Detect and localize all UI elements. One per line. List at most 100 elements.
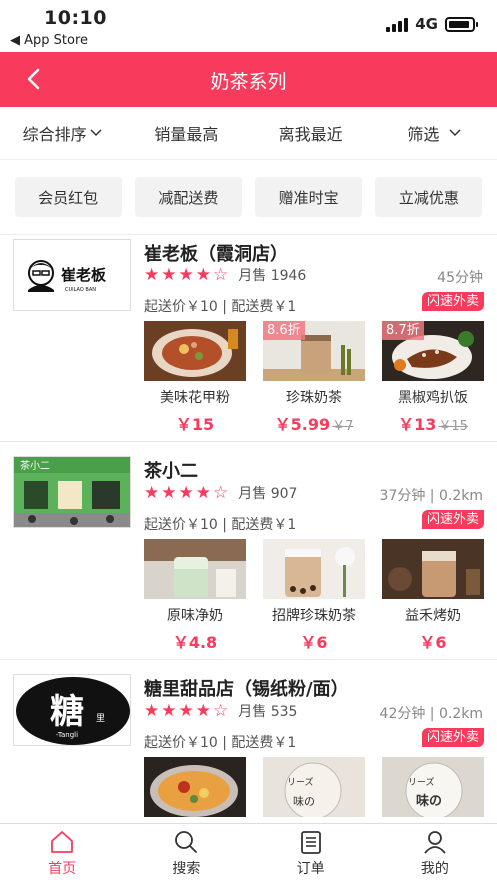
svg-text:味の: 味の <box>416 793 442 809</box>
chevron-down-icon <box>449 129 461 137</box>
dish-item[interactable]: 8.7折 黑椒鸡扒饭 ￥13 ￥15 <box>382 321 484 435</box>
shop-name: 茶小二 <box>144 461 198 482</box>
tab-label: 搜索 <box>172 861 201 877</box>
star-icon: ★ <box>195 701 211 721</box>
star-icon: ★ <box>161 265 177 285</box>
dish-price: ￥6 <box>263 629 365 653</box>
chip-member-redpacket[interactable]: 会员红包 <box>14 177 122 217</box>
dish-list: 原味净奶 ￥4.8 招牌珍珠奶茶 ￥6 益禾烤奶 ￥6 <box>144 539 484 653</box>
dish-price: ￥15 <box>144 411 246 435</box>
star-icon: ★ <box>161 483 177 503</box>
dish-item[interactable] <box>144 757 246 823</box>
fee-info: 起送价￥10 | 配送费￥1 <box>144 299 297 315</box>
bottom-tab-bar: 首页 搜索 订单 我的 <box>0 823 497 883</box>
dish-item[interactable]: 招牌珍珠奶茶 ￥6 <box>263 539 365 653</box>
dish-item[interactable]: 益禾烤奶 ￥6 <box>382 539 484 653</box>
sort-label: 离我最近 <box>278 125 343 144</box>
dish-price: ￥13 ￥15 <box>382 411 484 435</box>
svg-text:-Tangli: -Tangli <box>56 731 78 739</box>
price-current: ￥4.8 <box>172 633 218 652</box>
orders-icon <box>300 831 321 854</box>
monthly-sales: 月售 1946 <box>238 268 307 284</box>
dish-item[interactable]: 8.6折 珍珠奶茶 ￥5.99 ￥7 <box>263 321 365 435</box>
status-indicators: 4G <box>386 15 478 33</box>
chip-on-time[interactable]: 赠准时宝 <box>255 177 363 217</box>
svg-text:崔老板: 崔老板 <box>60 266 107 284</box>
back-to-app-store[interactable]: ◀ App Store <box>10 33 88 48</box>
dish-item[interactable]: 美味花甲粉 ￥15 <box>144 321 246 435</box>
dish-item[interactable]: リーズ 味の <box>263 757 365 823</box>
tab-label: 首页 <box>48 861 77 877</box>
shop-card[interactable]: 崔老板 CUILAO BAN 崔老板（霞洞店） ★ ★ ★ ★ ☆ 月售 1946 45… <box>0 235 497 441</box>
price-original: ￥15 <box>438 419 468 434</box>
sort-comprehensive[interactable]: 综合排序 <box>0 107 124 159</box>
shop-card[interactable]: 茶小二 茶小二 ★ ★ ★ ★ ☆ 月售 907 37分钟 | 0.2km 起送价￥10… <box>0 453 497 659</box>
star-outline-icon: ☆ <box>213 265 229 285</box>
chevron-down-icon <box>90 129 102 137</box>
tab-label: 我的 <box>420 861 449 877</box>
price-current: ￥6 <box>419 633 447 652</box>
tab-search[interactable]: 搜索 <box>124 824 248 883</box>
monthly-sales: 月售 907 <box>238 486 298 502</box>
home-icon <box>51 831 74 853</box>
dish-name: 珍珠奶茶 <box>286 390 342 406</box>
dish-price: ￥4.8 <box>144 629 246 653</box>
sort-bar: 综合排序 销量最高 离我最近 筛选 <box>0 107 497 160</box>
dish-image <box>144 757 246 817</box>
tab-orders[interactable]: 订单 <box>249 824 373 883</box>
search-icon <box>175 831 198 853</box>
monthly-sales: 月售 535 <box>238 704 298 720</box>
sort-sales[interactable]: 销量最高 <box>124 107 248 159</box>
shop-card[interactable]: 糖 里 -Tangli 糖里甜品店（锡纸粉/面） ★ ★ ★ ★ ☆ 月售 535 42… <box>0 671 497 823</box>
star-icon: ★ <box>161 701 177 721</box>
tab-profile[interactable]: 我的 <box>373 824 497 883</box>
sort-label: 综合排序 <box>22 125 87 144</box>
signal-icon <box>386 17 409 32</box>
shop-name: 糖里甜品店（锡纸粉/面） <box>144 679 349 700</box>
dish-image <box>144 539 246 599</box>
price-original: ￥7 <box>332 419 354 434</box>
dish-name: 美味花甲粉 <box>160 390 230 406</box>
dish-name: 招牌珍珠奶茶 <box>272 608 356 624</box>
svg-text:茶小二: 茶小二 <box>20 459 50 472</box>
dish-item[interactable]: リーズ 味の <box>382 757 484 823</box>
dish-image <box>144 321 246 381</box>
dish-image <box>382 539 484 599</box>
dish-item[interactable]: 原味净奶 ￥4.8 <box>144 539 246 653</box>
chip-instant-discount[interactable]: 立减优惠 <box>375 177 483 217</box>
sort-filter[interactable]: 筛选 <box>373 107 497 159</box>
dish-price: ￥6 <box>382 629 484 653</box>
status-time: 10:10 <box>44 7 107 29</box>
dish-image: 8.7折 <box>382 321 484 381</box>
shop-logo: 崔老板 CUILAO BAN <box>13 239 131 311</box>
page-title: 奶茶系列 <box>210 71 287 93</box>
price-current: ￥15 <box>175 415 215 434</box>
tab-home[interactable]: 首页 <box>0 824 124 883</box>
star-icon: ★ <box>144 701 160 721</box>
star-icon: ★ <box>178 265 194 285</box>
chip-reduced-delivery[interactable]: 减配送费 <box>134 177 242 217</box>
rating-stars: ★ ★ ★ ★ ☆ 月售 1946 <box>144 265 306 285</box>
discount-tag: 8.7折 <box>382 321 424 340</box>
sort-nearest[interactable]: 离我最近 <box>249 107 373 159</box>
sort-label: 筛选 <box>407 125 440 144</box>
svg-text:CUILAO BAN: CUILAO BAN <box>65 287 96 293</box>
dish-list: 美味花甲粉 ￥15 8.6折 珍珠奶茶 ￥5.99 ￥7 8.7折 黑椒鸡扒饭 ￥… <box>144 321 484 435</box>
star-icon: ★ <box>178 483 194 503</box>
dish-name: 原味净奶 <box>167 608 223 624</box>
discount-tag: 8.6折 <box>263 321 305 340</box>
user-icon <box>424 831 446 854</box>
shop-name: 崔老板（霞洞店） <box>144 244 288 265</box>
battery-icon <box>445 16 478 32</box>
svg-text:味の: 味の <box>293 795 315 808</box>
network-label: 4G <box>415 15 438 33</box>
fee-info: 起送价￥10 | 配送费￥1 <box>144 517 297 533</box>
rating-stars: ★ ★ ★ ★ ☆ 月售 535 <box>144 701 297 721</box>
star-icon: ★ <box>195 483 211 503</box>
price-current: ￥13 <box>398 415 437 434</box>
nav-header: 奶茶系列 <box>0 52 497 107</box>
dish-image: リーズ 味の <box>382 757 484 817</box>
star-outline-icon: ☆ <box>213 483 229 503</box>
shop-logo: 茶小二 <box>13 456 131 528</box>
fee-info: 起送价￥10 | 配送费￥1 <box>144 735 297 751</box>
